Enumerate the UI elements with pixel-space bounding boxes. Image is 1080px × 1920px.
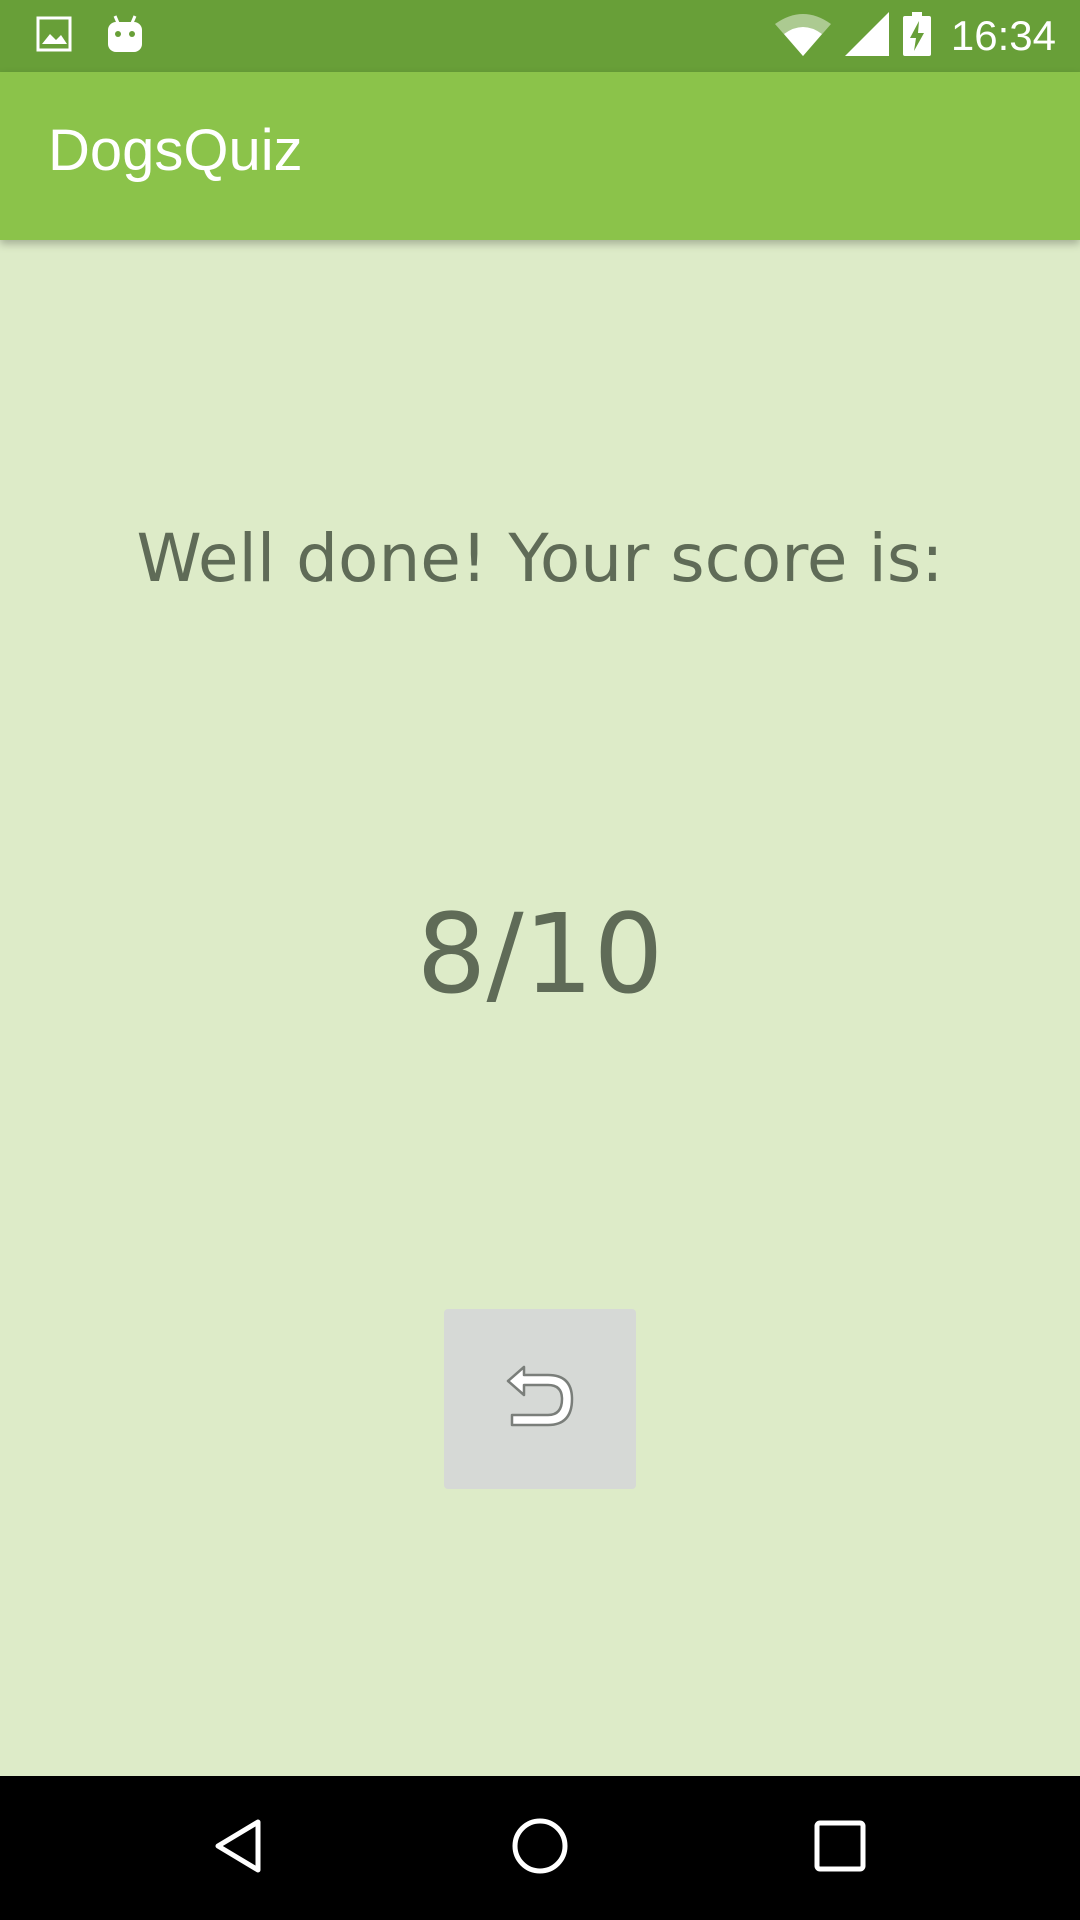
result-message: Well done! Your score is: [136,520,944,597]
back-button[interactable] [204,1812,276,1884]
undo-arrow-icon [504,1365,576,1433]
score-value: 8/10 [416,890,664,1018]
home-button[interactable] [504,1812,576,1884]
recents-button[interactable] [804,1812,876,1884]
home-icon [510,1816,570,1880]
status-left-icons [36,14,144,58]
cell-signal-icon [844,12,889,60]
replay-button[interactable] [444,1309,636,1489]
status-time: 16:34 [950,12,1056,59]
navigation-bar [0,1776,1080,1920]
app-bar: DogsQuiz [0,72,1080,240]
recents-icon [810,1816,870,1880]
result-screen: Well done! Your score is: 8/10 [0,240,1080,1776]
battery-charging-icon [902,12,931,60]
back-icon [210,1816,270,1880]
android-icon [106,14,144,58]
image-icon [36,16,72,56]
wifi-icon [774,12,831,60]
status-bar: 16:34 [0,0,1080,72]
status-right-icons: 16:34 [774,0,1056,72]
app-title: DogsQuiz [48,118,303,183]
